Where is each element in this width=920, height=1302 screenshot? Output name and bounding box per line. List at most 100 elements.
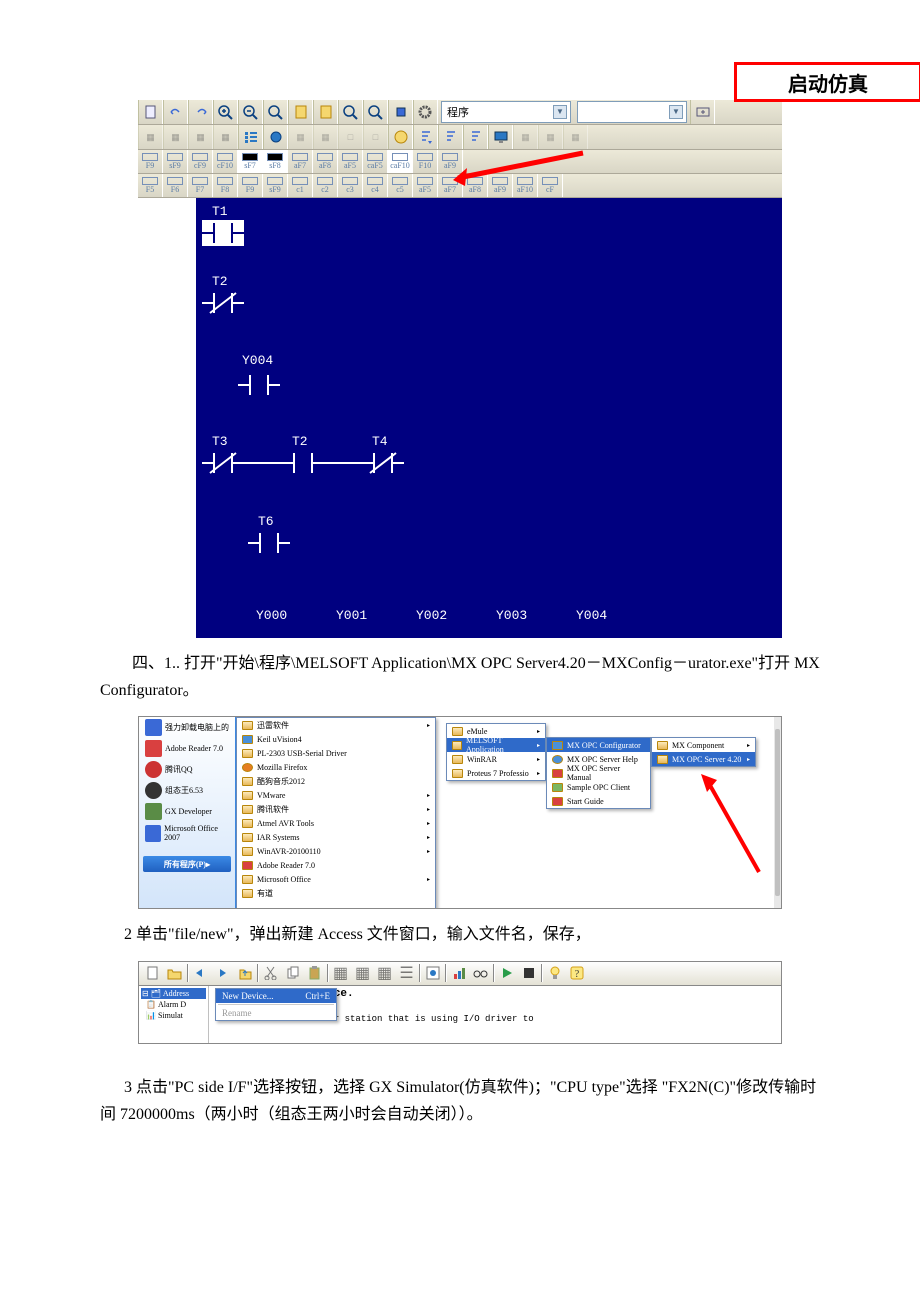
icon-list[interactable] bbox=[238, 125, 263, 149]
tree-item-simulat[interactable]: 📊Simulat bbox=[141, 1010, 206, 1021]
menu-item[interactable]: Atmel AVR Tools▸ bbox=[237, 816, 435, 830]
list-b-icon[interactable]: ▦ bbox=[352, 963, 374, 983]
find-icon[interactable] bbox=[263, 100, 288, 124]
device-combo[interactable]: ▼ bbox=[577, 101, 687, 123]
scrollbar[interactable] bbox=[774, 717, 781, 908]
sort-b-icon[interactable] bbox=[438, 125, 463, 149]
fkey[interactable]: F8 bbox=[213, 174, 238, 197]
menu-item[interactable]: IAR Systems▸ bbox=[237, 830, 435, 844]
menu-item[interactable]: Sample OPC Client bbox=[547, 780, 650, 794]
circle-icon[interactable] bbox=[263, 125, 288, 149]
sm-left-item[interactable]: 组态王6.53 bbox=[139, 780, 235, 801]
menu-item[interactable]: MX OPC Server Manual bbox=[547, 766, 650, 780]
icon-2k[interactable]: ▦ bbox=[563, 125, 588, 149]
menu-item[interactable]: PL-2303 USB-Serial Driver bbox=[237, 746, 435, 760]
tree-item-alarm[interactable]: 📋Alarm D bbox=[141, 999, 206, 1010]
doc-b-icon[interactable] bbox=[313, 100, 338, 124]
fkey[interactable]: sF9 bbox=[163, 150, 188, 173]
menu-item[interactable]: Start Guide bbox=[547, 794, 650, 808]
fkey[interactable]: F10 bbox=[413, 150, 438, 173]
copy-icon[interactable] bbox=[282, 963, 304, 983]
sm-left-item[interactable]: 腾讯QQ bbox=[139, 759, 235, 780]
sm-left-item[interactable]: 强力卸载电脑上的 bbox=[139, 717, 235, 738]
fkey[interactable]: F9 bbox=[138, 150, 163, 173]
fkey[interactable]: F7 bbox=[188, 174, 213, 197]
stop-icon[interactable] bbox=[518, 963, 540, 983]
gear-icon[interactable] bbox=[413, 100, 438, 124]
undo-icon[interactable] bbox=[163, 100, 188, 124]
fkey[interactable]: F5 bbox=[138, 174, 163, 197]
fkey[interactable]: aF5 bbox=[338, 150, 363, 173]
menu-item[interactable]: Adobe Reader 7.0 bbox=[237, 858, 435, 872]
fkey[interactable]: sF7 bbox=[238, 150, 263, 173]
sm-left-item[interactable]: Microsoft Office 2007 bbox=[139, 822, 235, 844]
icon-2e[interactable]: ▦ bbox=[288, 125, 313, 149]
fkey[interactable]: aF5 bbox=[413, 174, 438, 197]
redo-icon[interactable] bbox=[188, 100, 213, 124]
sort-a-icon[interactable] bbox=[413, 125, 438, 149]
menu-item[interactable]: Proteus 7 Professio▸ bbox=[447, 766, 545, 780]
open-icon[interactable] bbox=[164, 963, 186, 983]
warn-icon[interactable] bbox=[388, 125, 413, 149]
fkey[interactable]: c5 bbox=[388, 174, 413, 197]
chip-icon[interactable] bbox=[388, 100, 413, 124]
icon-2h[interactable]: □ bbox=[363, 125, 388, 149]
search-a-icon[interactable] bbox=[338, 100, 363, 124]
chart-icon[interactable] bbox=[448, 963, 470, 983]
icon-2g[interactable]: □ bbox=[338, 125, 363, 149]
icon-2b[interactable]: ▦ bbox=[163, 125, 188, 149]
menu-item[interactable]: 酷狗音乐2012 bbox=[237, 774, 435, 788]
fkey[interactable]: c3 bbox=[338, 174, 363, 197]
doc-a-icon[interactable] bbox=[288, 100, 313, 124]
fkey[interactable]: caF5 bbox=[363, 150, 388, 173]
menu-item-melsoft[interactable]: MELSOFT Application▸ bbox=[447, 738, 545, 752]
menu-item[interactable]: WinAVR-20100110▸ bbox=[237, 844, 435, 858]
zoom-out-icon[interactable] bbox=[238, 100, 263, 124]
list-c-icon[interactable]: ▦ bbox=[374, 963, 396, 983]
help-icon[interactable]: ? bbox=[566, 963, 588, 983]
icon-2a[interactable]: ▦ bbox=[138, 125, 163, 149]
fkey[interactable]: sF9 bbox=[263, 174, 288, 197]
back-icon[interactable] bbox=[190, 963, 212, 983]
list-d-icon[interactable]: ☰ bbox=[396, 963, 418, 983]
fkey[interactable]: cF9 bbox=[188, 150, 213, 173]
paste-icon[interactable] bbox=[304, 963, 326, 983]
binoc-icon[interactable] bbox=[470, 963, 492, 983]
menu-item-mx-opc-server[interactable]: MX OPC Server 4.20▸ bbox=[652, 752, 755, 766]
menu-item[interactable]: 腾讯软件▸ bbox=[237, 802, 435, 816]
doc-icon[interactable] bbox=[138, 100, 163, 124]
fkey[interactable]: cF10 bbox=[213, 150, 238, 173]
search-b-icon[interactable] bbox=[363, 100, 388, 124]
zoom-in-icon[interactable] bbox=[213, 100, 238, 124]
list-a-icon[interactable]: ▦ bbox=[330, 963, 352, 983]
new-icon[interactable] bbox=[142, 963, 164, 983]
fkey[interactable]: caF10 bbox=[388, 150, 413, 173]
icon-2c[interactable]: ▦ bbox=[188, 125, 213, 149]
menu-item[interactable]: 有道 bbox=[237, 886, 435, 900]
menu-item[interactable]: Keil uVision4 bbox=[237, 732, 435, 746]
tree-item-address[interactable]: ⊟🗂Address bbox=[141, 988, 206, 999]
menu-item-mx-configurator[interactable]: MX OPC Configurator bbox=[547, 738, 650, 752]
monitor-icon[interactable] bbox=[488, 125, 513, 149]
ctx-new-device[interactable]: New Device...Ctrl+E bbox=[216, 989, 336, 1003]
forward-icon[interactable] bbox=[212, 963, 234, 983]
fkey[interactable]: F9 bbox=[238, 174, 263, 197]
fkey[interactable]: sF8 bbox=[263, 150, 288, 173]
fkey[interactable]: aF8 bbox=[313, 150, 338, 173]
icon-2f[interactable]: ▦ bbox=[313, 125, 338, 149]
cut-icon[interactable] bbox=[260, 963, 282, 983]
icon-2d[interactable]: ▦ bbox=[213, 125, 238, 149]
bulb-icon[interactable] bbox=[544, 963, 566, 983]
expand-icon[interactable] bbox=[690, 100, 715, 124]
menu-item[interactable]: Microsoft Office▸ bbox=[237, 872, 435, 886]
fkey[interactable]: c2 bbox=[313, 174, 338, 197]
sort-c-icon[interactable] bbox=[463, 125, 488, 149]
prop-icon[interactable] bbox=[422, 963, 444, 983]
chevron-down-icon[interactable]: ▼ bbox=[553, 105, 567, 119]
fkey[interactable]: aF7 bbox=[288, 150, 313, 173]
fkey[interactable]: c1 bbox=[288, 174, 313, 197]
icon-2j[interactable]: ▦ bbox=[538, 125, 563, 149]
menu-item[interactable]: 迅雷软件▸ bbox=[237, 718, 435, 732]
program-combo[interactable]: 程序▼ bbox=[441, 101, 571, 123]
up-icon[interactable] bbox=[234, 963, 256, 983]
